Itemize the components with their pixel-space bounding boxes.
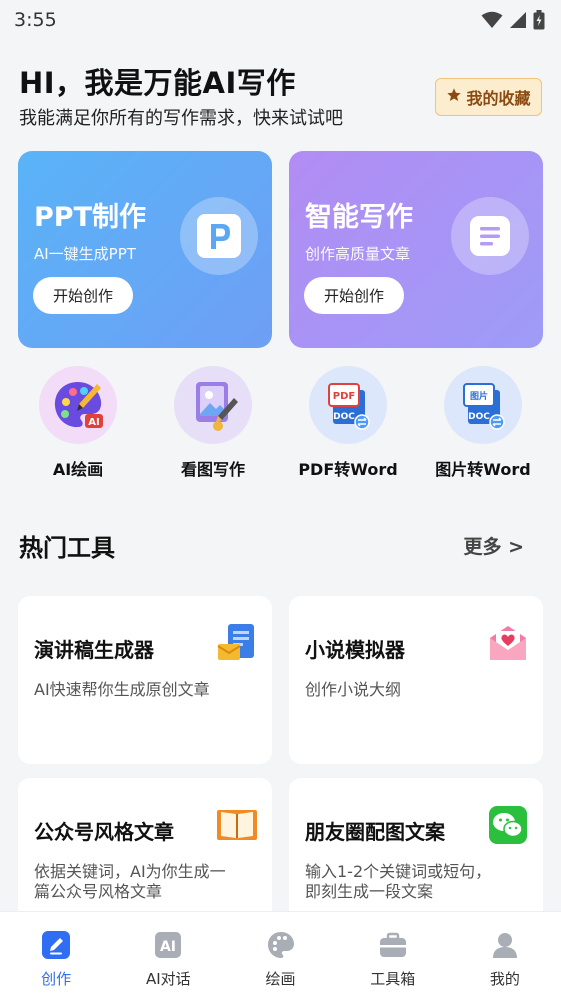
open-book-icon: [217, 810, 257, 840]
quick-tool-ai-painting[interactable]: AI AI绘画: [13, 366, 143, 480]
tool-card-desc: 创作小说大纲: [305, 680, 402, 699]
document-icon: [451, 197, 529, 275]
page-title: HI，我是万能AI写作: [19, 66, 296, 100]
ppt-start-button[interactable]: 开始创作: [33, 277, 133, 314]
speech-doc-icon: [217, 624, 254, 660]
image-to-word-icon: 图片 DOC: [444, 366, 522, 444]
nav-label: 创作: [41, 970, 72, 988]
svg-text:DOC: DOC: [468, 412, 490, 422]
nav-item-ai-chat[interactable]: AI AI对话: [112, 912, 224, 999]
page-subtitle: 我能满足你所有的写作需求，快来试试吧: [19, 108, 343, 129]
quick-tool-pdf-to-word[interactable]: PDF DOC PDF转Word: [283, 366, 413, 480]
wifi-icon: [481, 11, 503, 29]
ppt-card[interactable]: PPT制作 AI一键生成PPT 开始创作: [18, 151, 272, 348]
nav-item-toolbox[interactable]: 工具箱: [337, 912, 449, 999]
smart-writing-card[interactable]: 智能写作 创作高质量文章 开始创作: [289, 151, 543, 348]
bottom-nav: 创作 AI AI对话 绘画 工具箱 我的: [0, 911, 561, 999]
quick-tool-label: 看图写作: [180, 460, 245, 479]
nav-label: 我的: [489, 970, 520, 988]
ai-palette-icon: AI: [39, 366, 117, 444]
quick-tool-label: 图片转Word: [435, 460, 531, 479]
nav-label: AI对话: [145, 970, 191, 988]
signal-icon: [509, 11, 527, 29]
star-icon: [446, 87, 462, 107]
palette-icon: [266, 930, 296, 960]
nav-label: 绘画: [265, 970, 296, 988]
ai-chat-icon: AI: [153, 930, 183, 960]
nav-item-painting[interactable]: 绘画: [224, 912, 336, 999]
quick-tool-label: AI绘画: [52, 460, 104, 479]
smart-writing-subtitle: 创作高质量文章: [305, 245, 411, 263]
tool-card-novel[interactable]: 小说模拟器 创作小说大纲: [289, 596, 543, 764]
nav-label: 工具箱: [370, 970, 416, 988]
nav-item-create[interactable]: 创作: [0, 912, 112, 999]
tool-card-desc: AI快速帮你生成原创文章: [34, 680, 210, 699]
svg-text:图片: 图片: [470, 390, 488, 402]
image-writing-icon: [174, 366, 252, 444]
tool-card-speech[interactable]: 演讲稿生成器 AI快速帮你生成原创文章: [18, 596, 272, 764]
quick-tool-image-writing[interactable]: 看图写作: [148, 366, 278, 480]
status-bar: 3:55: [0, 0, 561, 40]
svg-text:DOC: DOC: [333, 412, 355, 422]
smart-writing-title: 智能写作: [305, 202, 413, 233]
battery-icon: [533, 10, 545, 30]
svg-text:AI: AI: [88, 417, 99, 428]
svg-text:AI: AI: [160, 939, 176, 955]
ppt-card-title: PPT制作: [34, 202, 146, 233]
favorites-label: 我的收藏: [466, 89, 531, 108]
tool-card-desc: 输入1-2个关键词或短句，即刻生成一段文案: [305, 862, 492, 901]
favorites-button[interactable]: 我的收藏: [435, 78, 542, 116]
tool-card-title: 演讲稿生成器: [34, 638, 154, 662]
love-letter-icon: [490, 626, 526, 660]
status-time: 3:55: [14, 9, 57, 31]
status-icons: [481, 10, 545, 30]
nav-item-mine[interactable]: 我的: [449, 912, 561, 999]
tool-card-title: 公众号风格文章: [34, 820, 174, 844]
wechat-icon: [489, 806, 527, 844]
toolbox-icon: [378, 930, 408, 960]
tool-card-title: 小说模拟器: [305, 638, 405, 662]
tool-card-title: 朋友圈配图文案: [305, 820, 445, 844]
quick-tool-label: PDF转Word: [298, 460, 398, 479]
quick-tool-image-to-word[interactable]: 图片 DOC 图片转Word: [418, 366, 548, 480]
ppt-icon: [180, 197, 258, 275]
ppt-card-subtitle: AI一键生成PPT: [34, 245, 136, 263]
tool-card-desc: 依据关键词，AI为你生成一篇公众号风格文章: [34, 862, 226, 901]
more-link[interactable]: 更多 >: [463, 532, 524, 559]
svg-text:PDF: PDF: [333, 391, 355, 402]
section-title: 热门工具: [19, 534, 115, 562]
pdf-to-word-icon: PDF DOC: [309, 366, 387, 444]
smart-writing-start-button[interactable]: 开始创作: [304, 277, 404, 314]
user-icon: [490, 930, 520, 960]
pen-icon: [41, 930, 71, 960]
